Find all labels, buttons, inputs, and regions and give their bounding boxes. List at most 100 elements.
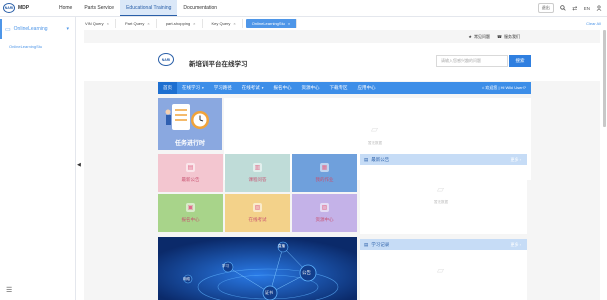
menu-label: 学习路径 <box>213 85 232 90</box>
notice-icon: ▤ <box>364 156 369 162</box>
task-banner-caption: 任务进行时 <box>174 141 205 147</box>
notice-panel: ▤ 最新公告 更多 › ▱ 暂无数据 <box>360 154 527 234</box>
menu-online-learning[interactable]: 在线学习 ▾ <box>177 82 209 94</box>
tab-label: OnlineLearningStu <box>251 20 285 26</box>
empty-text: 暂无数据 <box>368 141 382 145</box>
tab-label: part-shopping <box>165 20 191 26</box>
close-icon[interactable]: × <box>107 21 109 26</box>
portal-logo: NARI <box>158 53 174 66</box>
menu-label: 资源中心 <box>301 85 320 90</box>
top-navbar: NARI MDP Home Parts Service Educational … <box>0 0 607 17</box>
tile-my-homework[interactable]: ▦ 我的作业 <box>292 154 357 192</box>
tile-resource-center[interactable]: ▨ 资源中心 <box>292 194 357 232</box>
menu-downloads[interactable]: 下载专区 <box>325 82 353 94</box>
logout-button[interactable]: 退出 <box>537 3 554 13</box>
tech-label: 学习 <box>222 264 229 268</box>
empty-box-icon: ▱ <box>437 184 444 194</box>
exam-icon: ▧ <box>253 203 262 212</box>
sidebar-item-label: OnlineLearning <box>13 26 48 32</box>
faq-link[interactable]: ★ 常见问题 <box>468 34 490 40</box>
search-button[interactable]: 搜索 <box>509 55 531 67</box>
tab-vin-query[interactable]: VIN Query × <box>79 18 117 28</box>
promo-banner[interactable]: 学习 直播 证书 公告 网络 <box>158 237 357 300</box>
language-label[interactable]: EN <box>584 6 590 11</box>
tile-label: 在线考试 <box>248 217 267 222</box>
task-banner[interactable]: 任务进行时 <box>158 98 222 150</box>
computer-icon: ▭ <box>5 26 11 33</box>
faq-label: 常见问题 <box>474 34 491 39</box>
app-title: MDP <box>18 5 30 11</box>
menu-home[interactable]: 首页 <box>158 82 177 94</box>
panel-title: 学习记录 <box>371 241 390 247</box>
portal-title: 新培训平台在线学习 <box>189 61 248 68</box>
app-logo[interactable]: NARI MDP <box>3 3 53 13</box>
empty-text: 暂无数据 <box>434 200 448 204</box>
topnav-educational-training[interactable]: Educational Training <box>120 0 178 16</box>
tile-course-qa[interactable]: ▥ 课程问答 <box>225 154 290 192</box>
tab-part-query[interactable]: Part Query × <box>119 18 157 28</box>
topnav-home[interactable]: Home <box>53 0 78 16</box>
menu-resources[interactable]: 资源中心 <box>297 82 325 94</box>
topnav-parts-service[interactable]: Parts Service <box>78 0 120 16</box>
more-link[interactable]: 更多 › <box>511 242 521 248</box>
task-illustration-icon <box>165 104 209 130</box>
top-nav: Home Parts Service Educational Training … <box>53 0 223 16</box>
more-link[interactable]: 更多 › <box>511 157 521 163</box>
tile-online-exam[interactable]: ▧ 在线考试 <box>225 194 290 232</box>
clear-all-button[interactable]: Clear All <box>586 21 601 26</box>
menu-label: 报名中心 <box>273 85 292 90</box>
service-icon: ☎ <box>497 34 502 39</box>
menu-learning-path[interactable]: 学习路径 <box>209 82 237 94</box>
menu-toggle-icon[interactable]: ☰ <box>6 286 12 294</box>
study-record-panel: ▤ 学习记录 更多 › ▱ <box>360 239 527 300</box>
tile-label: 资源中心 <box>315 217 334 222</box>
portal-menu: 首页 在线学习 ▾ 学习路径 在线考试 ▾ 报名中心 资源中心 下载专区 应用中心 … <box>158 82 531 94</box>
menu-apps[interactable]: 应用中心 <box>353 82 381 94</box>
close-icon[interactable]: × <box>288 21 290 26</box>
user-icon[interactable] <box>596 5 602 11</box>
menu-registration[interactable]: 报名中心 <box>269 82 297 94</box>
topnav-documentation[interactable]: Documentation <box>177 0 223 16</box>
tile-latest-notice[interactable]: ▤ 最新公告 <box>158 154 223 192</box>
close-icon[interactable]: × <box>233 21 235 26</box>
tech-label: 网络 <box>183 277 190 281</box>
nari-logo-icon: NARI <box>3 3 15 13</box>
tile-registration[interactable]: ▣ 报名中心 <box>158 194 223 232</box>
record-icon: ▤ <box>364 241 369 247</box>
tab-label: Key Query <box>211 20 231 26</box>
network-illustration-icon <box>158 237 357 300</box>
sidebar-item-onlinelearning[interactable]: ▭ OnlineLearning ▾ <box>0 19 75 39</box>
close-icon[interactable]: × <box>147 21 149 26</box>
search-input[interactable]: 请输入您感兴趣的问题 <box>436 55 508 67</box>
tile-label: 我的作业 <box>315 177 334 182</box>
question-icon: ★ <box>468 34 473 39</box>
tab-onlinelearningstu[interactable]: OnlineLearningStu × <box>245 18 298 28</box>
collapse-sidebar-icon[interactable]: ◀ <box>77 162 81 168</box>
menu-label: 应用中心 <box>357 85 376 90</box>
panel-title: 最新公告 <box>371 156 390 162</box>
notice-icon: ▤ <box>186 163 195 172</box>
service-label: 服务我们 <box>504 34 520 39</box>
tab-key-query[interactable]: Key Query × <box>206 18 243 28</box>
menu-online-exam[interactable]: 在线考试 ▾ <box>237 82 269 94</box>
vertical-scrollbar[interactable] <box>603 30 606 127</box>
tile-label: 最新公告 <box>181 177 200 182</box>
caret-down-icon: ▾ <box>261 86 264 90</box>
menu-label: 首页 <box>163 85 172 90</box>
tech-label: 公告 <box>302 270 311 275</box>
qa-icon: ▥ <box>253 163 262 172</box>
portal-utility-links: ★ 常见问题 ☎ 服务我们 <box>468 34 520 40</box>
tab-part-shopping[interactable]: part-shopping × <box>160 18 203 28</box>
menu-label: 下载专区 <box>329 85 348 90</box>
tab-label: VIN Query <box>85 20 104 26</box>
language-switch-icon[interactable]: ⇄ <box>572 5 578 12</box>
top-right-tools: 退出 ⇄ EN <box>537 3 602 13</box>
chevron-down-icon[interactable]: ▾ <box>66 26 69 32</box>
welcome-user[interactable]: ⌂ 欢迎您 | Hi Wiki User!? <box>482 85 526 91</box>
close-icon[interactable]: × <box>193 21 195 26</box>
empty-box-icon: ▱ <box>371 124 378 134</box>
search-icon[interactable] <box>559 5 566 11</box>
service-link[interactable]: ☎ 服务我们 <box>497 34 520 40</box>
tech-label: 直播 <box>278 244 285 248</box>
sidebar-subitem-onlinelearningstu[interactable]: OnlineLearningStu <box>0 44 75 49</box>
